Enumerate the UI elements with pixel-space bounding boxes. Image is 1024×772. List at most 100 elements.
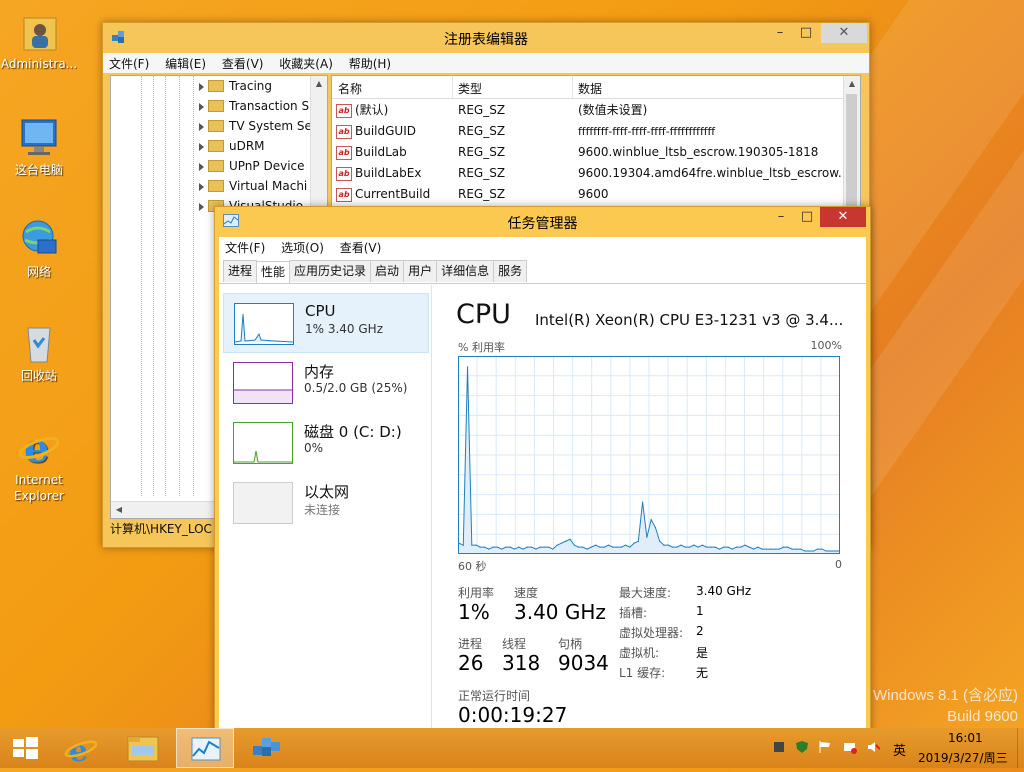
expand-arrow-icon[interactable] — [199, 142, 204, 151]
tab-details[interactable]: 详细信息 — [436, 260, 495, 282]
scroll-left-arrow-icon[interactable]: ◀ — [111, 502, 127, 518]
internet-explorer-icon: e — [64, 734, 98, 769]
close-button[interactable]: ✕ — [821, 23, 867, 43]
scroll-up-arrow-icon[interactable]: ▲ — [844, 76, 860, 92]
taskbar-internet-explorer[interactable]: e — [53, 728, 111, 769]
spec-value: 无 — [696, 666, 709, 680]
folder-icon — [208, 159, 224, 172]
menu-view[interactable]: 查看(V) — [334, 237, 388, 258]
graph-label-utilization: % 利用率 — [458, 341, 505, 354]
tree-node[interactable]: TV System Se — [199, 116, 312, 136]
action-center-icon[interactable] — [772, 740, 786, 754]
regedit-titlebar[interactable]: 注册表编辑器 – □ ✕ — [103, 23, 869, 53]
tab-app-history[interactable]: 应用历史记录 — [289, 260, 372, 282]
cpu-data-point — [753, 548, 755, 550]
tab-users[interactable]: 用户 — [403, 260, 438, 282]
perf-sidebar-cpu[interactable]: CPU 1% 3.40 GHz — [223, 293, 429, 353]
clock-date[interactable]: 2019/3/27/周三 — [918, 749, 1008, 766]
scroll-up-arrow-icon[interactable]: ▲ — [311, 76, 327, 92]
menu-view[interactable]: 查看(V) — [216, 53, 270, 74]
maximize-button[interactable]: □ — [793, 23, 819, 43]
stat-value-uptime: 0:00:19:27 — [458, 703, 568, 727]
cpu-data-point — [582, 546, 584, 548]
column-header-type[interactable]: 类型 — [458, 80, 482, 97]
desktop-icon-recycle-bin[interactable]: 回收站 — [0, 320, 78, 384]
expand-arrow-icon[interactable] — [199, 162, 204, 171]
tab-services[interactable]: 服务 — [493, 260, 528, 282]
flag-icon[interactable] — [818, 740, 832, 754]
clock-time[interactable]: 16:01 — [948, 731, 983, 745]
tree-node[interactable]: Transaction S — [199, 96, 309, 116]
menu-edit[interactable]: 编辑(E) — [159, 53, 212, 74]
maximize-button[interactable]: □ — [794, 207, 820, 227]
cpu-data-point — [834, 550, 836, 552]
desktop-icon-administrator[interactable]: Administra... — [0, 8, 78, 72]
tree-node[interactable]: UPnP Device — [199, 156, 305, 176]
registry-editor-icon — [253, 738, 280, 756]
network-status-icon[interactable] — [843, 740, 857, 754]
tree-node-label: UPnP Device — [229, 159, 305, 173]
perf-sidebar-memory[interactable]: 内存 0.5/2.0 GB (25%) — [223, 353, 427, 411]
desktop-icon-this-pc[interactable]: 这台电脑 — [0, 114, 78, 178]
expand-arrow-icon[interactable] — [199, 122, 204, 131]
cpu-data-point — [607, 544, 610, 546]
menu-file[interactable]: 文件(F) — [219, 237, 271, 258]
menu-help[interactable]: 帮助(H) — [343, 53, 397, 74]
tree-node[interactable]: Tracing — [199, 76, 272, 96]
expand-arrow-icon[interactable] — [199, 182, 204, 191]
table-row[interactable]: ab (默认) REG_SZ (数值未设置) — [332, 100, 860, 121]
menu-favorites[interactable]: 收藏夹(A) — [273, 53, 339, 74]
cpu-usage-chart — [458, 356, 840, 554]
column-header-name[interactable]: 名称 — [338, 80, 362, 97]
tab-performance[interactable]: 性能 — [256, 261, 291, 283]
table-row[interactable]: ab BuildLab REG_SZ 9600.winblue_ltsb_escr… — [332, 142, 860, 163]
perf-sidebar-disk[interactable]: 磁盘 0 (C: D:) 0% — [223, 413, 427, 471]
desktop-icon-network[interactable]: 网络 — [0, 216, 78, 280]
table-row[interactable]: ab BuildLabEx REG_SZ 9600.19304.amd64fre.… — [332, 163, 860, 184]
cpu-data-point — [518, 546, 520, 548]
cpu-data-point — [676, 546, 678, 548]
cpu-data-point — [650, 519, 652, 521]
expand-arrow-icon[interactable] — [199, 82, 204, 91]
disk-mini-graph — [233, 422, 293, 464]
stat-label-speed: 速度 — [514, 586, 539, 600]
os-watermark-line2: Build 9600 — [947, 708, 1018, 725]
menu-file[interactable]: 文件(F) — [103, 53, 155, 74]
tab-startup[interactable]: 启动 — [370, 260, 405, 282]
cpu-data-point — [727, 546, 729, 548]
value-type-cell: REG_SZ — [458, 187, 506, 201]
cpu-data-point — [714, 546, 716, 548]
spec-value: 3.40 GHz — [696, 584, 752, 598]
taskbar-registry-editor[interactable] — [237, 728, 295, 768]
taskmgr-titlebar[interactable]: 任务管理器 – □ ✕ — [215, 207, 870, 237]
input-language-indicator[interactable]: 英 — [893, 740, 906, 759]
perf-sidebar-label: 以太网 — [304, 483, 350, 501]
table-row[interactable]: ab CurrentBuild REG_SZ 9600 — [332, 184, 860, 205]
cpu-header-title: CPU — [456, 299, 511, 330]
cpu-data-point — [757, 546, 759, 548]
memory-mini-graph — [233, 362, 293, 404]
security-shield-icon[interactable] — [795, 740, 809, 754]
tab-processes[interactable]: 进程 — [223, 260, 258, 282]
minimize-button[interactable]: – — [768, 207, 794, 227]
scroll-thumb[interactable] — [846, 94, 857, 214]
desktop-icon-internet-explorer[interactable]: e Internet Explorer — [0, 424, 78, 504]
table-row[interactable]: ab BuildGUID REG_SZ ffffffff-ffff-ffff-ff… — [332, 121, 860, 142]
close-button[interactable]: ✕ — [820, 207, 866, 227]
menu-options[interactable]: 选项(O) — [275, 237, 330, 258]
start-button[interactable] — [0, 728, 50, 768]
taskbar-file-explorer[interactable] — [114, 728, 172, 768]
volume-muted-icon[interactable] — [866, 740, 881, 754]
perf-sidebar-ethernet[interactable]: 以太网 未连接 — [223, 473, 427, 531]
taskbar-task-manager[interactable] — [176, 728, 234, 768]
cpu-data-point — [599, 546, 601, 548]
tree-node[interactable]: uDRM — [199, 136, 265, 156]
folder-icon — [208, 119, 224, 132]
minimize-button[interactable]: – — [767, 23, 793, 43]
tree-node[interactable]: Virtual Machi — [199, 176, 307, 196]
show-desktop-button[interactable] — [1017, 728, 1024, 768]
column-header-data[interactable]: 数据 — [578, 80, 602, 97]
expand-arrow-icon[interactable] — [199, 102, 204, 111]
expand-arrow-icon[interactable] — [199, 202, 204, 211]
taskmgr-window[interactable]: 任务管理器 – □ ✕ 文件(F) 选项(O) 查看(V) 进程 性能 应用历史记录… — [214, 206, 871, 748]
